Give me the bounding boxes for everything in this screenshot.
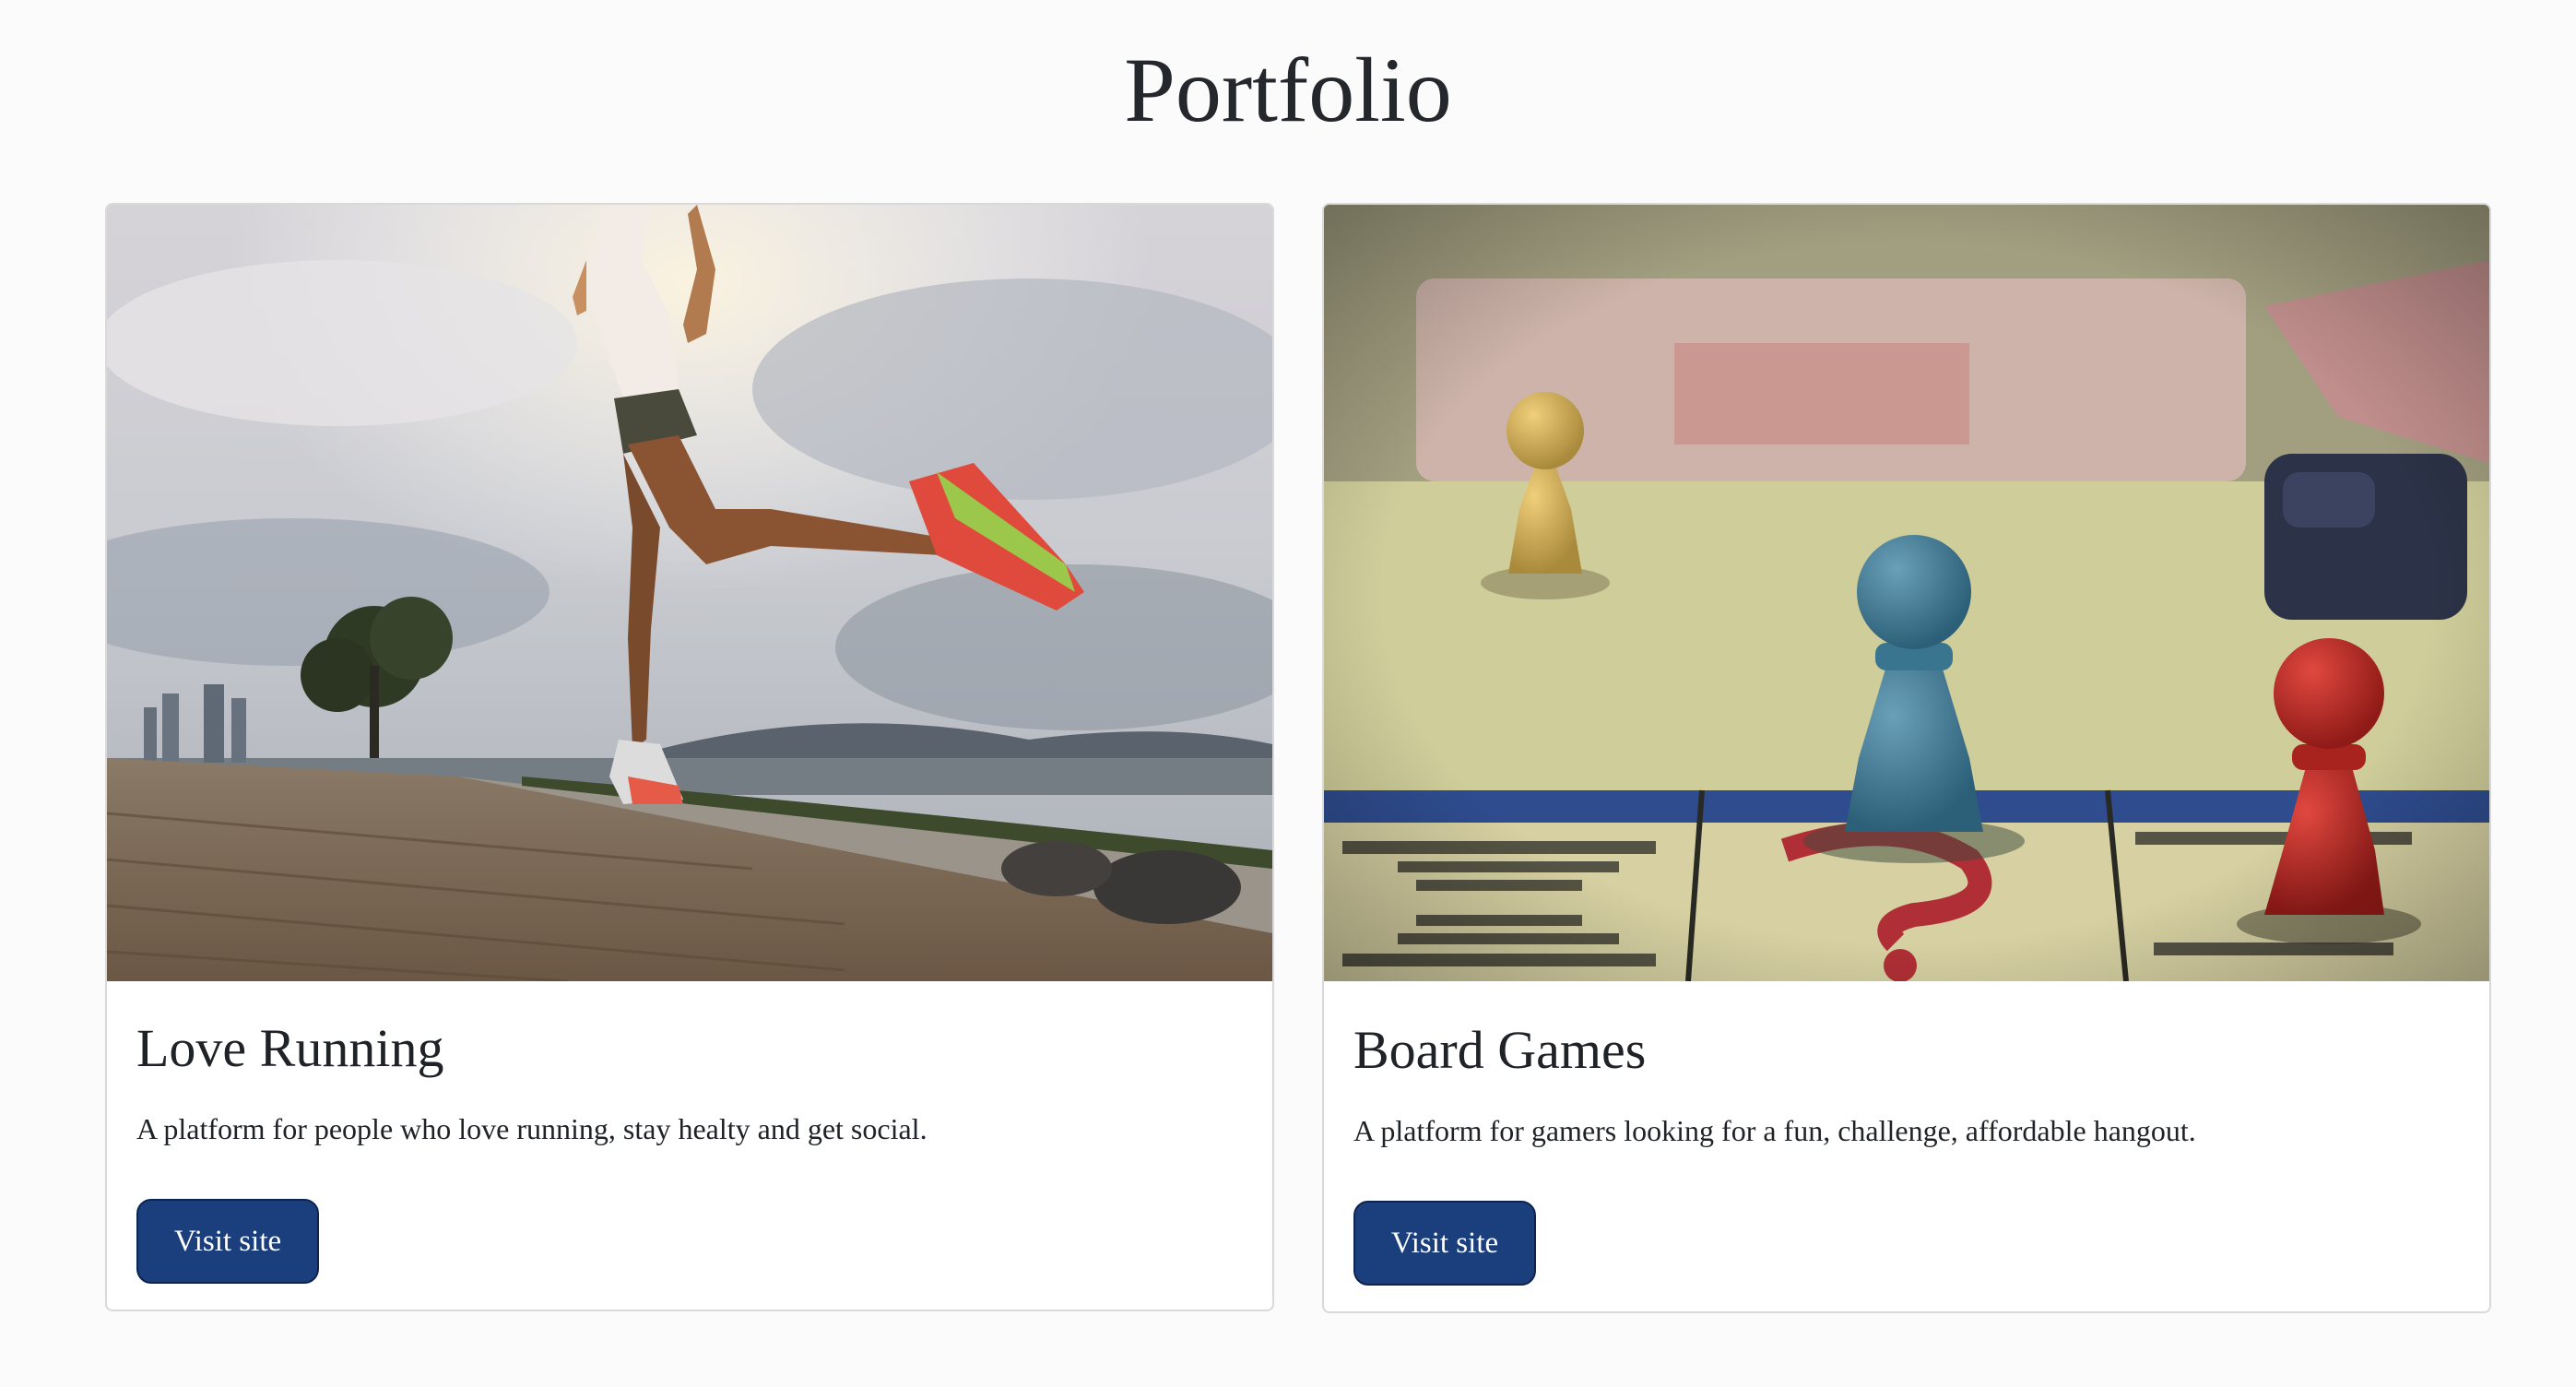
card-description: A platform for people who love running, …: [136, 1112, 928, 1145]
card-title: Love Running: [136, 1018, 444, 1078]
project-card-board-games: Board Games A platform for gamers lookin…: [1322, 203, 2491, 1313]
board-game-pawns-photo: [1324, 205, 2489, 981]
project-card-love-running: Love Running A platform for people who l…: [105, 203, 1274, 1311]
visit-site-button[interactable]: Visit site: [136, 1199, 319, 1284]
card-title: Board Games: [1353, 1020, 1647, 1080]
page-title: Portfolio: [1124, 39, 1452, 141]
card-description: A platform for gamers looking for a fun,…: [1353, 1114, 2196, 1147]
runner-photo: [107, 205, 1272, 981]
visit-site-button[interactable]: Visit site: [1353, 1201, 1536, 1286]
